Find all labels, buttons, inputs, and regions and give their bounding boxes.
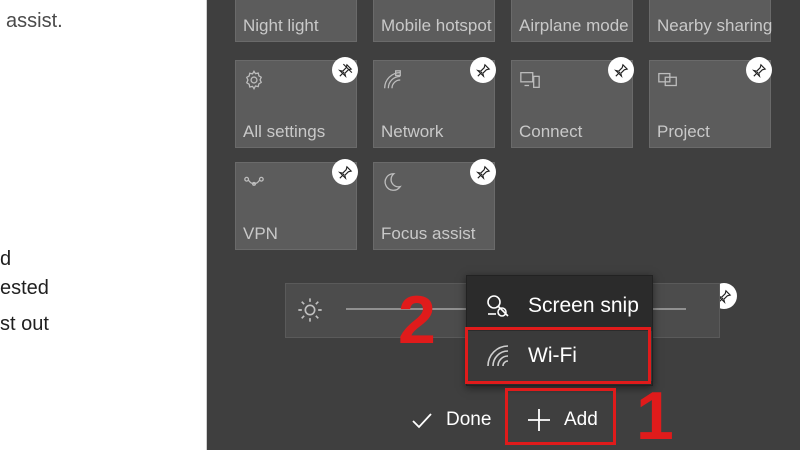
unpin-icon[interactable] (746, 57, 772, 83)
moon-icon (381, 171, 403, 193)
sun-icon (296, 296, 324, 324)
tile-mobile-hotspot[interactable]: Mobile hotspot (373, 0, 495, 42)
settings-pane: assist. d ested st out (0, 0, 207, 450)
tile-label: Connect (519, 122, 583, 141)
settings-text-line: d (0, 248, 12, 270)
unpin-icon[interactable] (332, 159, 358, 185)
checkmark-icon (412, 413, 432, 429)
tile-label: Focus assist (381, 224, 476, 243)
screen-snip-icon (484, 292, 512, 320)
unpin-icon[interactable] (332, 57, 358, 83)
network-icon (381, 69, 403, 91)
unpin-icon[interactable] (470, 159, 496, 185)
unpin-icon[interactable] (470, 57, 496, 83)
plus-icon (528, 409, 550, 431)
tile-label: Airplane mode (519, 16, 629, 35)
highlight-wifi (465, 327, 651, 384)
tile-label: Network (381, 122, 444, 141)
gear-icon (243, 69, 265, 91)
tile-nearby-sharing[interactable]: Nearby sharing (649, 0, 773, 42)
vpn-icon (243, 171, 265, 193)
step-number-1: 1 (636, 378, 674, 454)
unpin-icon[interactable] (608, 57, 634, 83)
tile-label: Project (657, 122, 710, 141)
settings-text-line: assist. (6, 10, 63, 32)
tile-label: Night light (243, 16, 319, 35)
menu-item-label: Screen snip (528, 294, 639, 317)
connect-icon (519, 69, 541, 91)
add-label: Add (564, 409, 598, 430)
add-button[interactable]: Add (526, 407, 598, 433)
tile-label: Nearby sharing (657, 16, 773, 35)
done-button[interactable]: Done (410, 408, 491, 432)
tile-airplane-mode[interactable]: Airplane mode (511, 0, 633, 42)
tile-label: Mobile hotspot (381, 16, 492, 35)
tile-night-light[interactable]: Night light (235, 0, 357, 42)
done-label: Done (446, 409, 492, 430)
menu-item-screen-snip[interactable]: Screen snip (467, 281, 652, 331)
settings-text-line: st out (0, 313, 49, 335)
tile-label: All settings (243, 122, 326, 141)
tile-label: VPN (243, 224, 278, 243)
step-number-2: 2 (398, 282, 436, 358)
project-icon (657, 69, 679, 91)
settings-text-line: ested (0, 277, 49, 299)
